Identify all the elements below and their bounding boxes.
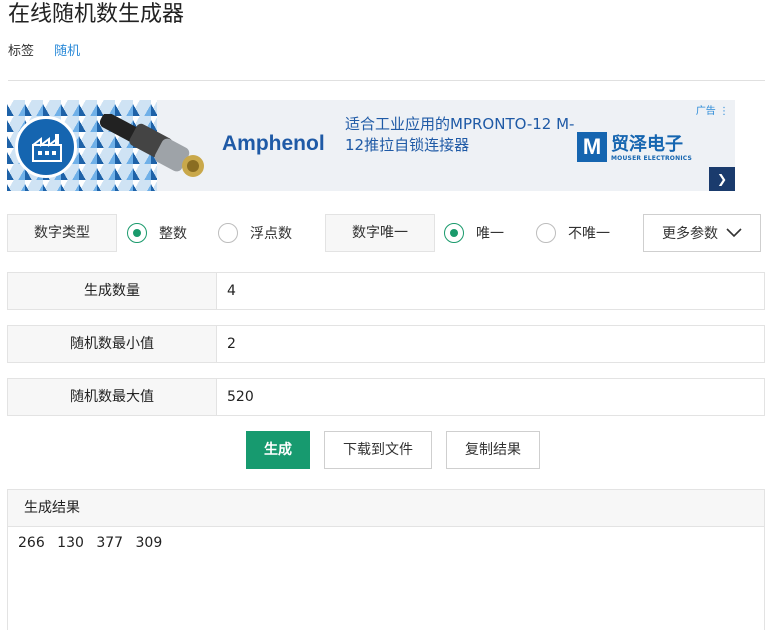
- result-output[interactable]: 266 130 377 309: [8, 527, 764, 559]
- radio-unchecked-icon: [218, 223, 238, 243]
- radio-not-unique[interactable]: 不唯一: [536, 214, 610, 252]
- connector-product-image: [99, 114, 204, 177]
- radio-integer[interactable]: 整数: [127, 214, 187, 252]
- radio-float[interactable]: 浮点数: [218, 214, 292, 252]
- radio-unique-label: 唯一: [476, 226, 504, 242]
- more-params-button[interactable]: 更多参数: [643, 214, 761, 252]
- min-label: 随机数最小值: [8, 326, 217, 362]
- number-type-label: 数字类型: [7, 214, 117, 252]
- factory-icon: [15, 116, 77, 178]
- chevron-down-icon: [726, 228, 742, 238]
- ad-next-arrow-icon[interactable]: ❯: [709, 167, 735, 191]
- count-input[interactable]: 4: [227, 273, 236, 309]
- ad-description: 适合工业应用的MPRONTO-12 M-12推拉自锁连接器: [345, 115, 575, 154]
- ad-brand-amphenol: Amphenol: [222, 132, 325, 155]
- generate-button[interactable]: 生成: [246, 431, 310, 469]
- divider: [8, 80, 765, 81]
- mouser-logo-mark: M: [577, 132, 607, 162]
- max-row: 随机数最大值 520: [7, 378, 765, 416]
- copy-result-button[interactable]: 复制结果: [446, 431, 540, 469]
- more-params-label: 更多参数: [662, 226, 718, 242]
- count-label: 生成数量: [8, 273, 217, 309]
- radio-not-unique-label: 不唯一: [568, 226, 610, 242]
- ad-label[interactable]: 广告 ⋮: [696, 102, 729, 117]
- max-label: 随机数最大值: [8, 379, 217, 415]
- radio-checked-icon: [444, 223, 464, 243]
- radio-unique[interactable]: 唯一: [444, 214, 504, 252]
- min-row: 随机数最小值 2: [7, 325, 765, 363]
- radio-integer-label: 整数: [159, 226, 187, 242]
- mouser-name-cn: 贸泽电子: [611, 134, 683, 155]
- advertisement-banner[interactable]: Amphenol 适合工业应用的MPRONTO-12 M-12推拉自锁连接器 M…: [7, 100, 735, 191]
- radio-checked-icon: [127, 223, 147, 243]
- radio-float-label: 浮点数: [250, 226, 292, 242]
- page-title: 在线随机数生成器: [8, 2, 185, 27]
- tag-bar: 标签 随机: [8, 42, 80, 62]
- count-row: 生成数量 4: [7, 272, 765, 310]
- mouser-name-en: MOUSER ELECTRONICS: [611, 155, 692, 162]
- min-input[interactable]: 2: [227, 326, 236, 362]
- tags-label: 标签: [8, 44, 35, 59]
- result-panel: 生成结果 266 130 377 309: [7, 489, 765, 630]
- max-input[interactable]: 520: [227, 379, 254, 415]
- unique-label: 数字唯一: [325, 214, 435, 252]
- mouser-logo: M 贸泽电子 MOUSER ELECTRONICS: [577, 130, 702, 168]
- download-button[interactable]: 下载到文件: [324, 431, 432, 469]
- tag-link-random[interactable]: 随机: [54, 44, 80, 59]
- radio-unchecked-icon: [536, 223, 556, 243]
- result-header: 生成结果: [8, 490, 764, 527]
